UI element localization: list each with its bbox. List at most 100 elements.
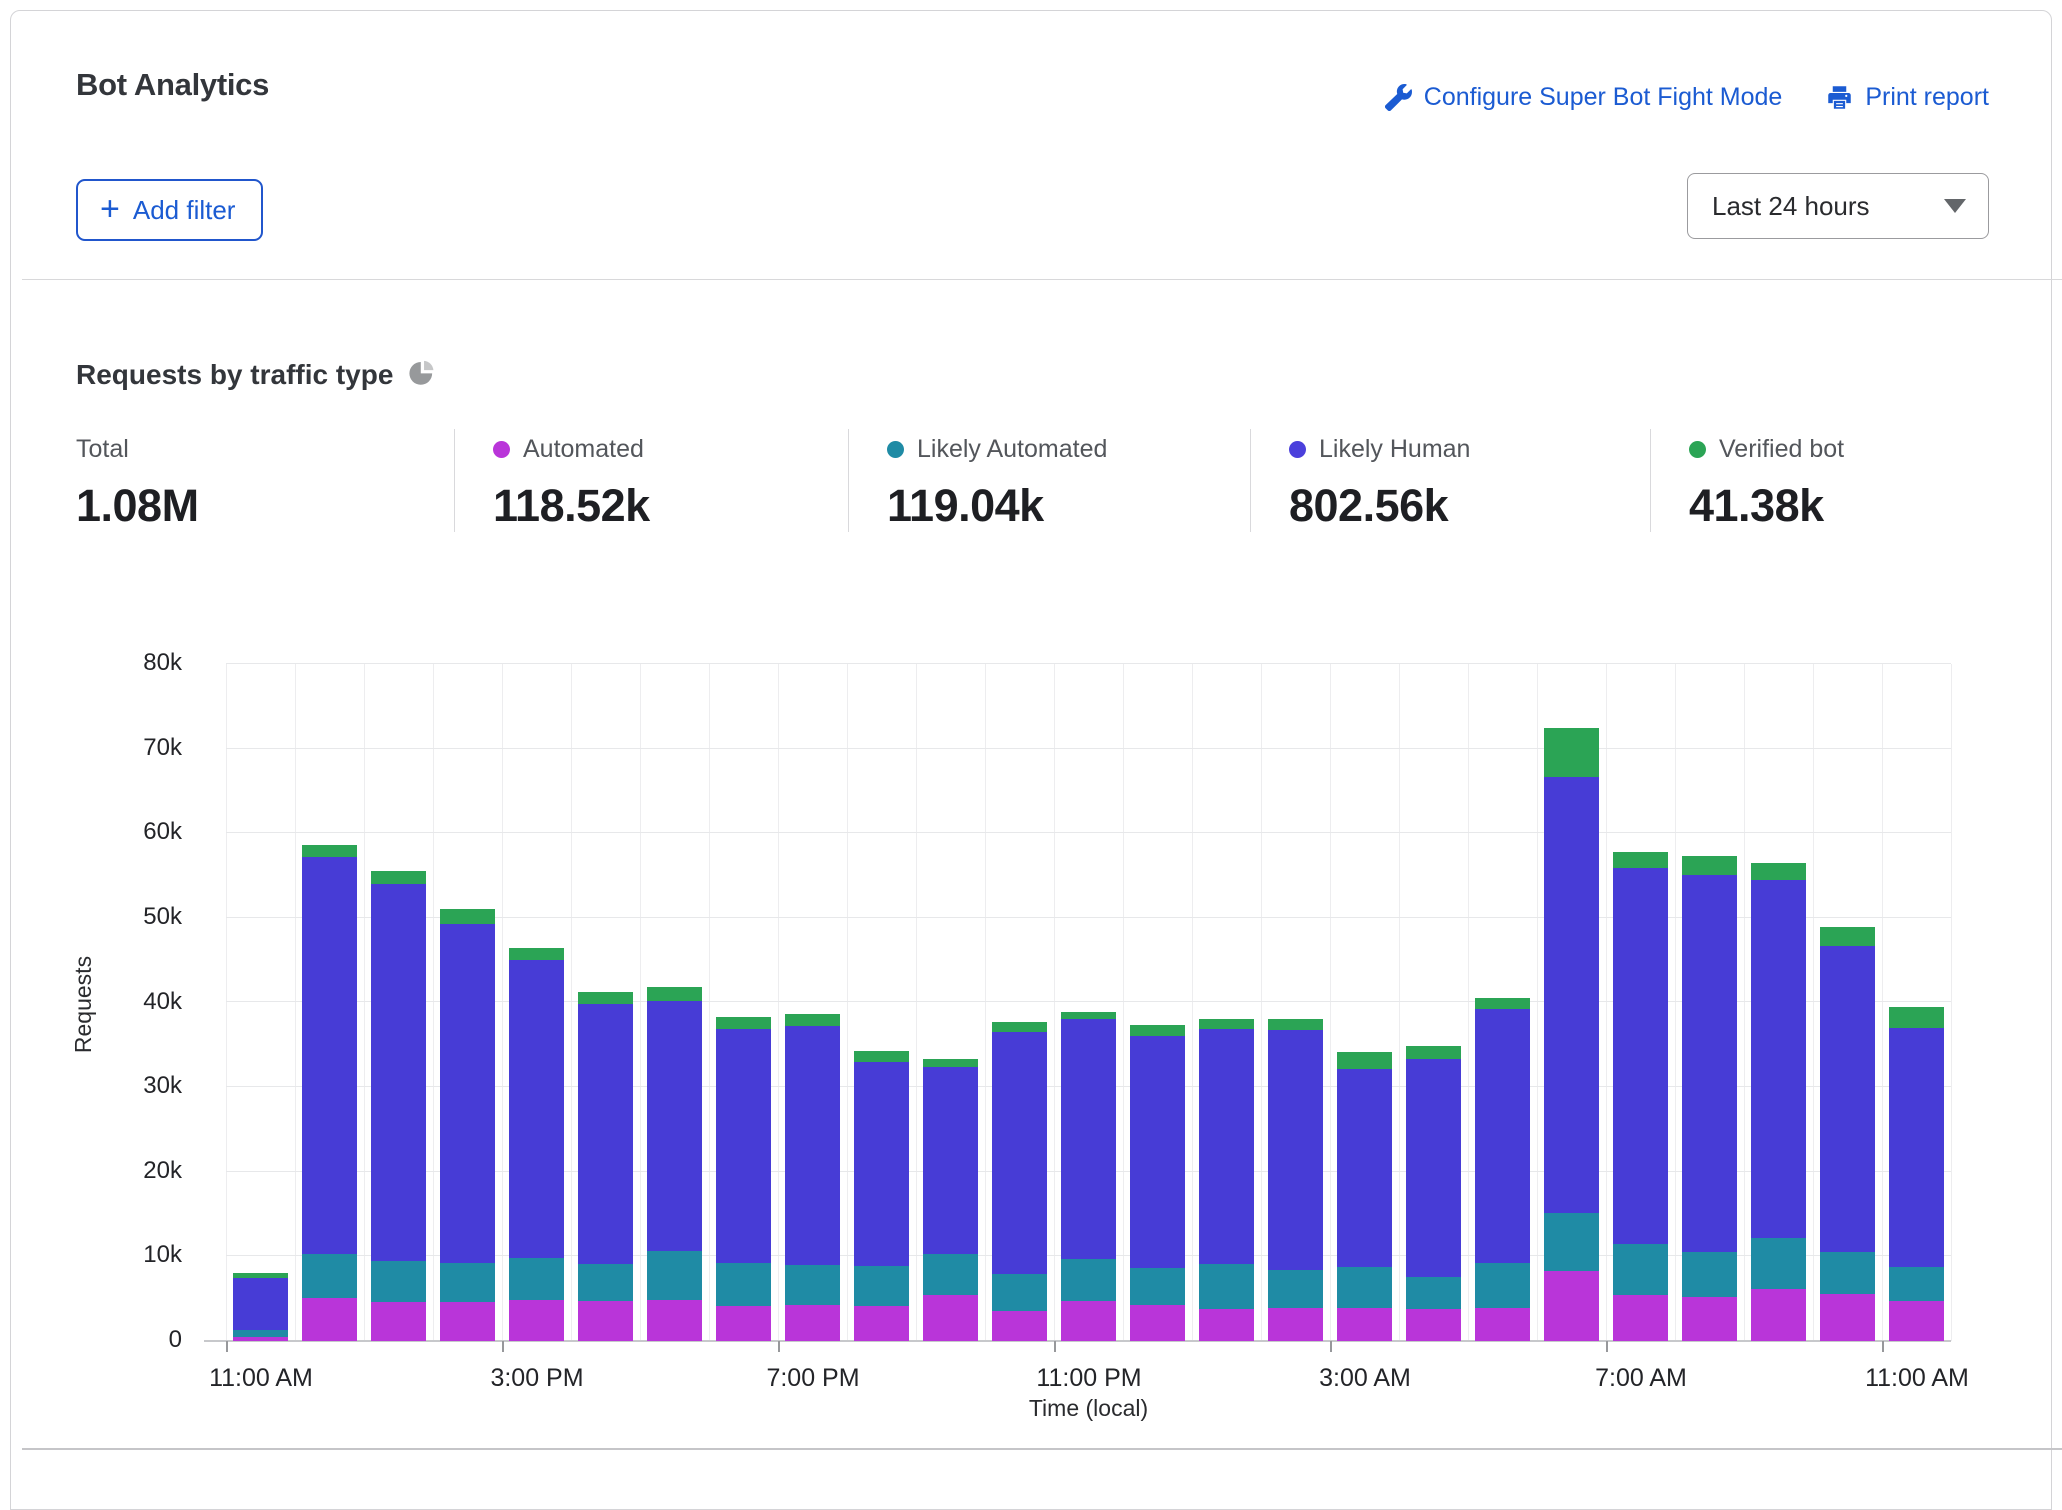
bar-segment-verified-bot bbox=[371, 871, 426, 885]
bar-hour-6[interactable] bbox=[647, 987, 702, 1341]
add-filter-button[interactable]: + Add filter bbox=[76, 179, 263, 241]
bar-hour-4[interactable] bbox=[509, 948, 564, 1341]
bar-segment-likely-automated bbox=[302, 1254, 357, 1298]
vertical-gridline bbox=[1054, 664, 1055, 1341]
vertical-gridline bbox=[1123, 664, 1124, 1341]
bar-hour-23[interactable] bbox=[1820, 927, 1875, 1341]
bar-hour-7[interactable] bbox=[716, 1017, 771, 1341]
vertical-gridline bbox=[640, 664, 641, 1341]
bar-segment-automated bbox=[1889, 1301, 1944, 1341]
bar-hour-3[interactable] bbox=[440, 909, 495, 1341]
bar-hour-17[interactable] bbox=[1406, 1046, 1461, 1341]
stat-likely-human-value: 802.56k bbox=[1289, 480, 1650, 532]
x-axis-title: Time (local) bbox=[226, 1395, 1951, 1422]
bar-segment-likely-automated bbox=[371, 1261, 426, 1303]
y-tick-label: 30k bbox=[62, 1072, 182, 1100]
x-tick-label: 7:00 AM bbox=[1551, 1364, 1731, 1393]
bar-segment-verified-bot bbox=[1268, 1019, 1323, 1030]
bar-segment-automated bbox=[233, 1337, 288, 1341]
bar-segment-verified-bot bbox=[1199, 1019, 1254, 1029]
add-filter-label: Add filter bbox=[133, 195, 236, 226]
bar-hour-2[interactable] bbox=[371, 871, 426, 1342]
vertical-gridline bbox=[1537, 664, 1538, 1341]
bar-segment-verified-bot bbox=[1751, 863, 1806, 880]
x-tick-label: 11:00 AM bbox=[1827, 1364, 2007, 1393]
bar-segment-likely-human bbox=[647, 1001, 702, 1251]
bar-segment-verified-bot bbox=[509, 948, 564, 960]
bar-segment-likely-human bbox=[440, 924, 495, 1263]
bar-hour-22[interactable] bbox=[1751, 863, 1806, 1341]
vertical-gridline bbox=[1192, 664, 1193, 1341]
bar-hour-11[interactable] bbox=[992, 1022, 1047, 1341]
bar-hour-15[interactable] bbox=[1268, 1019, 1323, 1341]
bar-segment-verified-bot bbox=[1544, 728, 1599, 778]
bar-segment-automated bbox=[1544, 1271, 1599, 1341]
x-tick-label: 3:00 PM bbox=[447, 1364, 627, 1393]
x-tick-mark bbox=[1330, 1341, 1332, 1352]
x-tick-label: 7:00 PM bbox=[723, 1364, 903, 1393]
stat-verified-bot-label: Verified bot bbox=[1719, 435, 1844, 464]
vertical-gridline bbox=[364, 664, 365, 1341]
bar-segment-automated bbox=[716, 1306, 771, 1342]
bar-segment-likely-human bbox=[578, 1004, 633, 1264]
bar-segment-verified-bot bbox=[302, 845, 357, 857]
bot-analytics-card: Bot Analytics Configure Super Bot Fight … bbox=[10, 10, 2052, 1510]
bar-segment-likely-human bbox=[1475, 1009, 1530, 1263]
configure-super-bot-fight-mode-link[interactable]: Configure Super Bot Fight Mode bbox=[1385, 83, 1783, 112]
bar-segment-automated bbox=[992, 1311, 1047, 1341]
bar-segment-likely-automated bbox=[992, 1274, 1047, 1311]
x-tick-mark bbox=[1054, 1341, 1056, 1352]
bar-hour-18[interactable] bbox=[1475, 998, 1530, 1341]
print-link-label: Print report bbox=[1865, 83, 1989, 112]
bar-segment-likely-human bbox=[302, 857, 357, 1254]
bar-segment-likely-human bbox=[233, 1278, 288, 1331]
section-title-row: Requests by traffic type bbox=[76, 359, 435, 391]
vertical-gridline bbox=[1882, 664, 1883, 1341]
stat-likely-human-label: Likely Human bbox=[1319, 435, 1470, 464]
bar-segment-verified-bot bbox=[1682, 856, 1737, 875]
requests-by-traffic-type-chart: 11:00 AM3:00 PM7:00 PM11:00 PM3:00 AM7:0… bbox=[226, 664, 1951, 1341]
bar-segment-likely-human bbox=[1406, 1059, 1461, 1277]
x-tick-mark bbox=[226, 1341, 228, 1352]
time-range-value: Last 24 hours bbox=[1712, 191, 1870, 222]
bar-segment-likely-automated bbox=[1682, 1252, 1737, 1297]
traffic-stats-row: Total 1.08M Automated 118.52k Likely Aut… bbox=[76, 429, 2008, 532]
x-tick-label: 3:00 AM bbox=[1275, 1364, 1455, 1393]
bar-segment-likely-automated bbox=[1406, 1277, 1461, 1309]
bar-segment-automated bbox=[1199, 1309, 1254, 1341]
horizontal-gridline bbox=[226, 832, 1951, 833]
bar-hour-8[interactable] bbox=[785, 1014, 840, 1341]
bar-segment-likely-human bbox=[1061, 1019, 1116, 1259]
vertical-gridline bbox=[1951, 664, 1952, 1341]
bar-hour-16[interactable] bbox=[1337, 1052, 1392, 1341]
bar-segment-automated bbox=[854, 1306, 909, 1341]
bar-segment-likely-automated bbox=[1889, 1267, 1944, 1302]
time-range-dropdown[interactable]: Last 24 hours bbox=[1687, 173, 1989, 239]
bar-hour-13[interactable] bbox=[1130, 1025, 1185, 1341]
bar-hour-0[interactable] bbox=[233, 1273, 288, 1341]
bar-hour-24[interactable] bbox=[1889, 1007, 1944, 1341]
bar-segment-likely-human bbox=[371, 884, 426, 1261]
bar-hour-10[interactable] bbox=[923, 1059, 978, 1341]
bar-segment-automated bbox=[1751, 1289, 1806, 1342]
bar-hour-14[interactable] bbox=[1199, 1019, 1254, 1341]
print-report-link[interactable]: Print report bbox=[1826, 83, 1989, 112]
bar-hour-20[interactable] bbox=[1613, 852, 1668, 1341]
bar-segment-likely-human bbox=[1682, 875, 1737, 1252]
bar-segment-verified-bot bbox=[440, 909, 495, 923]
vertical-gridline bbox=[1468, 664, 1469, 1341]
horizontal-gridline bbox=[226, 748, 1951, 749]
bar-segment-likely-automated bbox=[647, 1250, 702, 1299]
bar-hour-12[interactable] bbox=[1061, 1012, 1116, 1341]
stat-total: Total 1.08M bbox=[76, 429, 454, 532]
bar-segment-likely-human bbox=[1544, 777, 1599, 1213]
bar-segment-likely-automated bbox=[440, 1263, 495, 1302]
bar-hour-21[interactable] bbox=[1682, 856, 1737, 1341]
vertical-gridline bbox=[709, 664, 710, 1341]
bar-hour-9[interactable] bbox=[854, 1051, 909, 1341]
bar-segment-likely-human bbox=[1889, 1028, 1944, 1267]
bar-segment-likely-automated bbox=[923, 1254, 978, 1296]
bar-hour-19[interactable] bbox=[1544, 728, 1599, 1342]
bar-hour-5[interactable] bbox=[578, 992, 633, 1342]
bar-hour-1[interactable] bbox=[302, 845, 357, 1341]
